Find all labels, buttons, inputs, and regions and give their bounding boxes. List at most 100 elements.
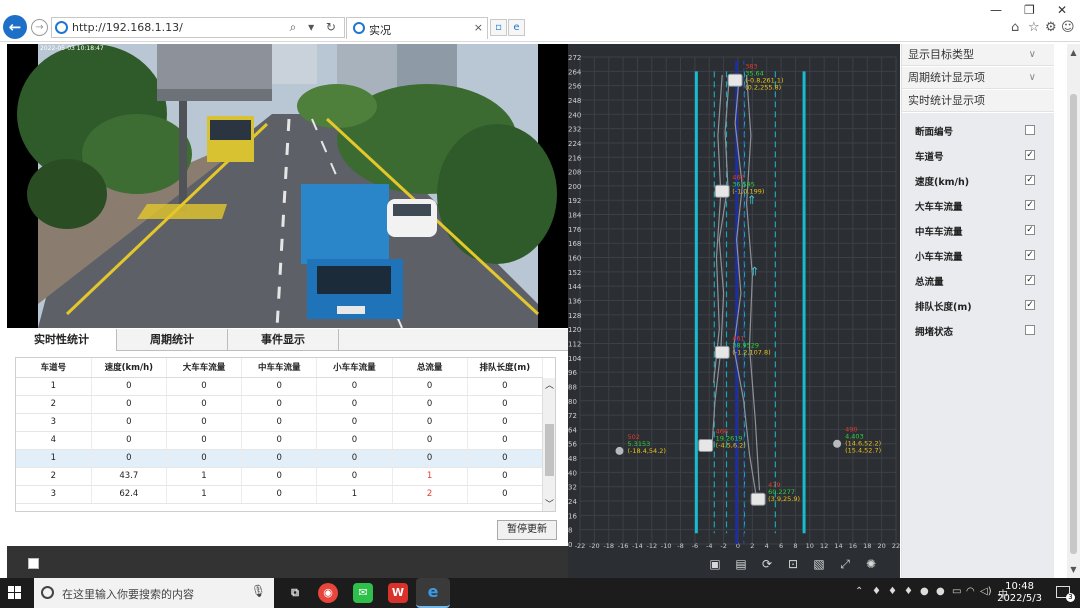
y-tick-label: 232: [568, 126, 581, 134]
pause-update-button[interactable]: 暂停更新: [497, 520, 557, 540]
section-period-stats[interactable]: 周期统计显示项 ∨: [902, 67, 1054, 89]
option-checkbox[interactable]: ✓: [1025, 300, 1035, 310]
y-tick-label: 272: [568, 54, 581, 62]
scrollbar-thumb[interactable]: [1070, 94, 1077, 554]
table-cell: 0: [241, 449, 318, 468]
table-cell: 0: [166, 431, 243, 450]
table-row[interactable]: 1000000: [16, 449, 544, 468]
wechat-tray-icon[interactable]: ●: [920, 586, 929, 597]
home-icon[interactable]: ⌂: [1011, 20, 1019, 35]
microphone-icon[interactable]: 🎙: [251, 584, 266, 598]
edge-button[interactable]: e: [508, 19, 525, 36]
radar-plot[interactable]: 272 264 256 248 240 232 224 216 208 200 192 184 176 1…: [568, 44, 900, 578]
y-tick-label: 144: [568, 283, 582, 291]
option-checkbox[interactable]: ✓: [1025, 150, 1035, 160]
smiley-icon[interactable]: ☺: [1061, 20, 1075, 35]
table-row[interactable]: 1000000: [16, 377, 544, 396]
wps-icon[interactable]: W: [388, 583, 408, 603]
address-tools[interactable]: ⌕ ▾ ↻: [290, 20, 340, 35]
back-button[interactable]: ←: [3, 15, 27, 39]
volume-icon[interactable]: ◁): [980, 586, 992, 597]
table-cell: 0: [91, 377, 167, 396]
ie-taskbar-icon[interactable]: e: [416, 578, 450, 608]
table-row[interactable]: 3000000: [16, 413, 544, 432]
task-view-icon[interactable]: ⧉: [285, 583, 305, 603]
film-icon[interactable]: ▤: [733, 556, 749, 572]
tab-realtime-stats[interactable]: 实时性统计: [7, 329, 117, 351]
column-header[interactable]: 大车车流量: [166, 358, 243, 378]
chevron-down-icon[interactable]: ▼: [1067, 565, 1080, 574]
tab-event-display[interactable]: 事件显示: [228, 329, 339, 351]
chevron-up-icon[interactable]: ⌃: [855, 586, 863, 597]
table-cell: 0: [166, 449, 243, 468]
windows-start-icon[interactable]: [8, 586, 22, 600]
battery-icon[interactable]: ▭: [952, 586, 961, 597]
table-cell: 0: [392, 413, 468, 432]
option-checkbox[interactable]: ✓: [1025, 250, 1035, 260]
focus-icon[interactable]: ⊡: [785, 556, 801, 572]
camera-feed[interactable]: 2022-05-03 10:18:47: [7, 44, 568, 328]
wechat-icon[interactable]: ✉: [353, 583, 373, 603]
restore-icon[interactable]: ❐: [1024, 3, 1035, 17]
close-window-icon[interactable]: ✕: [1057, 3, 1067, 17]
table-row[interactable]: 4000000: [16, 431, 544, 450]
chevron-up-icon[interactable]: ▲: [1067, 48, 1080, 57]
table-row[interactable]: 2000000: [16, 395, 544, 414]
clock[interactable]: 10:48 2022/5/3: [997, 581, 1042, 605]
option-checkbox[interactable]: ✓: [1025, 225, 1035, 235]
y-tick-label: 0: [568, 541, 572, 548]
y-tick-label: 224: [568, 140, 582, 148]
app-tray-icon[interactable]: ♦: [888, 586, 897, 597]
option-checkbox[interactable]: [1025, 125, 1035, 135]
stats-table-container: 车道号 速度(km/h) 大车车流量 中车车流量 小车车流量 总流量 排队长度(…: [15, 357, 556, 512]
option-checkbox[interactable]: ✓: [1025, 275, 1035, 285]
target-marker: [714, 345, 730, 359]
column-header[interactable]: 排队长度(m): [467, 358, 544, 378]
table-cell: 0: [241, 413, 318, 432]
stats-table: 车道号 速度(km/h) 大车车流量 中车车流量 小车车流量 总流量 排队长度(…: [16, 358, 544, 504]
option-label: 速度(km/h): [915, 177, 970, 188]
option-checkbox[interactable]: [1025, 325, 1035, 335]
minimize-icon[interactable]: —: [990, 3, 1002, 17]
section-label: 显示目标类型: [908, 48, 974, 61]
new-tab-button[interactable]: ▫: [490, 19, 507, 36]
favorites-icon[interactable]: ☆: [1028, 20, 1040, 35]
wifi-icon[interactable]: ◠: [966, 586, 975, 597]
option-checkbox[interactable]: ✓: [1025, 175, 1035, 185]
table-row[interactable]: 2 43.7 1 0 0 1 0: [16, 467, 544, 486]
app-tray-icon[interactable]: ♦: [872, 586, 881, 597]
table-row[interactable]: 3 62.4 1 0 1 2 0: [16, 485, 544, 504]
column-header[interactable]: 速度(km/h): [91, 358, 167, 378]
settings-scrollbar[interactable]: ▲ ▼: [1067, 44, 1080, 578]
refresh-icon[interactable]: ⟳: [759, 556, 775, 572]
column-header[interactable]: 小车车流量: [316, 358, 393, 378]
browser-tab[interactable]: 实况 ×: [346, 17, 488, 39]
taskbar-search[interactable]: 在这里输入你要搜索的内容 🎙: [34, 578, 274, 608]
address-bar[interactable]: http://192.168.1.13/ ⌕ ▾ ↻: [51, 17, 345, 38]
address-url[interactable]: http://192.168.1.13/: [72, 21, 183, 34]
chrome-icon[interactable]: ◉: [318, 583, 338, 603]
wechat-tray-icon[interactable]: ●: [936, 586, 945, 597]
video-checkbox[interactable]: [28, 558, 39, 569]
column-header[interactable]: 中车车流量: [241, 358, 318, 378]
chevron-up-icon[interactable]: ︿: [543, 378, 555, 392]
close-tab-icon[interactable]: ×: [474, 21, 483, 34]
settings-icon[interactable]: ✺: [863, 556, 879, 572]
scrollbar-thumb[interactable]: [545, 424, 554, 476]
gear-icon[interactable]: ⚙: [1045, 20, 1057, 35]
app-tray-icon[interactable]: ♦: [904, 586, 913, 597]
table-cell: 0: [467, 431, 544, 450]
column-header[interactable]: 车道号: [16, 358, 92, 378]
section-realtime-stats[interactable]: 实时统计显示项: [902, 90, 1054, 112]
picture-icon[interactable]: ▧: [811, 556, 827, 572]
section-target-type[interactable]: 显示目标类型 ∨: [902, 44, 1054, 66]
tab-period-stats[interactable]: 周期统计: [117, 329, 228, 351]
fullscreen-icon[interactable]: ⤢: [837, 556, 853, 572]
notification-icon[interactable]: 3: [1056, 586, 1075, 602]
chevron-down-icon[interactable]: ﹀: [543, 497, 555, 511]
option-checkbox[interactable]: ✓: [1025, 200, 1035, 210]
forward-button[interactable]: →: [31, 19, 48, 36]
table-scrollbar[interactable]: ︿ ﹀: [542, 378, 555, 511]
column-header[interactable]: 总流量: [392, 358, 468, 378]
image-icon[interactable]: ▣: [707, 556, 723, 572]
